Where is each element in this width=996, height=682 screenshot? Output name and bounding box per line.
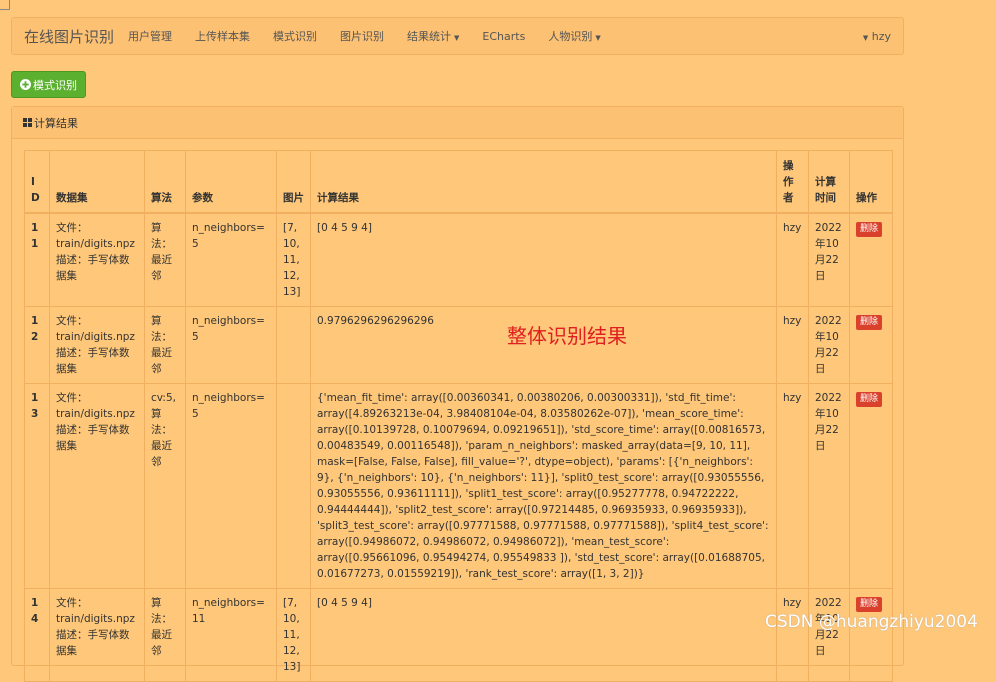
cell-params: n_neighbors=5 bbox=[185, 212, 277, 307]
nav-label: 上传样本集 bbox=[195, 30, 251, 43]
corner-mark bbox=[0, 0, 10, 10]
col-header-algorithm: 算法 bbox=[144, 150, 186, 214]
cell-action: 删除 bbox=[849, 212, 893, 307]
cell-id: 12 bbox=[24, 305, 50, 384]
nav-result-stats-dropdown[interactable]: 结果统计 ▼ bbox=[407, 28, 459, 44]
cell-image bbox=[276, 382, 311, 589]
nav-person-recognition-dropdown[interactable]: 人物识别 ▼ bbox=[548, 28, 600, 44]
col-header-id: ID bbox=[24, 150, 50, 214]
results-table: ID 数据集 算法 参数 图片 计算结果 操作者 计算时间 操作 11 文件：t… bbox=[24, 150, 893, 682]
cell-dataset: 文件：train/digits.npz 描述：手写体数据集 bbox=[49, 212, 145, 307]
cell-id: 14 bbox=[24, 587, 50, 682]
cell-image: [7, 10, 11, 12, 13] bbox=[276, 212, 311, 307]
user-name: hzy bbox=[871, 29, 891, 43]
results-panel: 计算结果 ID 数据集 算法 参数 图片 计算结果 操作者 计算时间 操作 11… bbox=[11, 106, 904, 682]
col-header-image: 图片 bbox=[276, 150, 311, 214]
grid-icon bbox=[23, 118, 32, 127]
plus-circle-icon bbox=[20, 79, 31, 90]
cell-time: 2022年10月22日 bbox=[808, 305, 850, 384]
panel-heading: 计算结果 bbox=[12, 107, 903, 139]
nav-label: 模式识别 bbox=[273, 30, 318, 43]
cell-time: 2022年10月22日 bbox=[808, 212, 850, 307]
caret-down-icon: ▼ bbox=[595, 34, 601, 42]
delete-button[interactable]: 删除 bbox=[856, 314, 883, 330]
cell-params: n_neighbors=11 bbox=[185, 587, 277, 682]
cell-time: 2022年10月22日 bbox=[808, 382, 850, 589]
cell-params: n_neighbors=5 bbox=[185, 382, 277, 589]
cell-result: {'mean_fit_time': array([0.00360341, 0.0… bbox=[310, 382, 777, 589]
pattern-button-label: 模式识别 bbox=[33, 78, 77, 92]
col-header-time: 计算时间 bbox=[808, 150, 850, 214]
delete-button[interactable]: 删除 bbox=[856, 596, 883, 612]
cell-image bbox=[276, 305, 311, 384]
cell-operator: hzy bbox=[776, 587, 809, 682]
cell-action: 删除 bbox=[849, 587, 893, 682]
pattern-recognition-button[interactable]: 模式识别 bbox=[11, 71, 86, 98]
panel-title: 计算结果 bbox=[34, 116, 78, 130]
col-header-dataset: 数据集 bbox=[49, 150, 145, 214]
col-header-params: 参数 bbox=[185, 150, 277, 214]
cell-algorithm: 算法：最近邻 bbox=[144, 587, 186, 682]
col-header-operator: 操作者 bbox=[776, 150, 809, 214]
cell-dataset: 文件：train/digits.npz 描述：手写体数据集 bbox=[49, 305, 145, 384]
cell-id: 11 bbox=[24, 212, 50, 307]
cell-action: 删除 bbox=[849, 382, 893, 589]
cell-action: 删除 bbox=[849, 305, 893, 384]
col-header-action: 操作 bbox=[849, 150, 893, 214]
watermark: CSDN @huangzhiyu2004 bbox=[765, 612, 978, 632]
nav-image-recognition[interactable]: 图片识别 bbox=[340, 28, 384, 44]
cell-algorithm: cv:5, 算法：最近邻 bbox=[144, 382, 186, 589]
cell-result: [0 4 5 9 4] bbox=[310, 212, 777, 307]
delete-button[interactable]: 删除 bbox=[856, 221, 883, 237]
nav-label: 用户管理 bbox=[128, 30, 173, 43]
overlay-annotation: 整体识别结果 bbox=[507, 324, 627, 348]
cell-algorithm: 算法：最近邻 bbox=[144, 212, 186, 307]
nav-label: ECharts bbox=[482, 29, 526, 43]
table-row: 14 文件：train/digits.npz 描述：手写体数据集 算法：最近邻 … bbox=[24, 587, 893, 682]
delete-button[interactable]: 删除 bbox=[856, 391, 883, 407]
cell-time: 2022年10月22日 bbox=[808, 587, 850, 682]
table-row: 12 文件：train/digits.npz 描述：手写体数据集 算法：最近邻 … bbox=[24, 305, 893, 384]
cell-result: [0 4 5 9 4] bbox=[310, 587, 777, 682]
table-header-row: ID 数据集 算法 参数 图片 计算结果 操作者 计算时间 操作 bbox=[24, 150, 893, 214]
nav-label: 图片识别 bbox=[340, 30, 385, 43]
cell-operator: hzy bbox=[776, 212, 809, 307]
cell-algorithm: 算法：最近邻 bbox=[144, 305, 186, 384]
nav-echarts[interactable]: ECharts bbox=[482, 30, 525, 43]
table-row: 11 文件：train/digits.npz 描述：手写体数据集 算法：最近邻 … bbox=[24, 212, 893, 307]
cell-operator: hzy bbox=[776, 382, 809, 589]
cell-image: [7, 10, 11, 12, 13] bbox=[276, 587, 311, 682]
cell-dataset: 文件：train/digits.npz 描述：手写体数据集 bbox=[49, 587, 145, 682]
col-header-result: 计算结果 bbox=[310, 150, 777, 214]
brand-link[interactable]: 在线图片识别 bbox=[24, 26, 114, 47]
nav-label: 结果统计 bbox=[407, 30, 452, 43]
navbar: 在线图片识别 用户管理 上传样本集 模式识别 图片识别 结果统计 ▼ EChart… bbox=[11, 17, 904, 55]
nav-user-management[interactable]: 用户管理 bbox=[128, 28, 172, 44]
cell-params: n_neighbors=5 bbox=[185, 305, 277, 384]
cell-id: 13 bbox=[24, 382, 50, 589]
nav-upload-samples[interactable]: 上传样本集 bbox=[195, 28, 250, 44]
table-row: 13 文件：train/digits.npz 描述：手写体数据集 cv:5, 算… bbox=[24, 382, 893, 589]
user-menu[interactable]: ▼ hzy bbox=[860, 30, 891, 43]
nav-label: 人物识别 bbox=[548, 30, 593, 43]
caret-down-icon: ▼ bbox=[454, 34, 460, 42]
nav-pattern-recognition[interactable]: 模式识别 bbox=[273, 28, 317, 44]
cell-dataset: 文件：train/digits.npz 描述：手写体数据集 bbox=[49, 382, 145, 589]
caret-down-icon: ▼ bbox=[862, 33, 869, 42]
cell-operator: hzy bbox=[776, 305, 809, 384]
